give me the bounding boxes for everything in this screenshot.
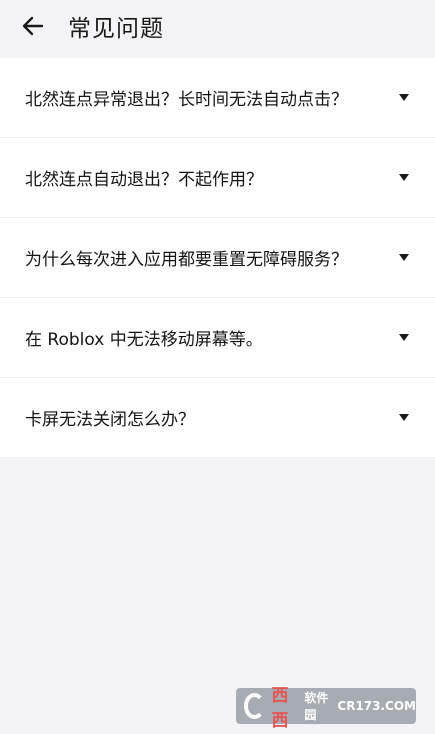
faq-item[interactable]: 在 Roblox 中无法移动屏幕等。	[0, 298, 435, 378]
faq-question: 卡屏无法关闭怎么办？	[25, 410, 195, 430]
watermark-brand: 西西	[271, 686, 290, 731]
watermark-logo-icon	[244, 693, 266, 719]
caret-down-icon	[399, 254, 409, 261]
watermark-url: CR173.COM	[337, 699, 416, 713]
page-title: 常见问题	[68, 16, 164, 42]
watermark-site: 软件园	[304, 691, 329, 722]
top-bar: 常见问题	[0, 0, 435, 52]
faq-item[interactable]: 北然连点异常退出？长时间无法自动点击？	[0, 58, 435, 138]
faq-question: 为什么每次进入应用都要重置无障碍服务？	[25, 250, 348, 270]
watermark: 西西 软件园 CR173.COM	[236, 686, 416, 731]
caret-down-icon	[399, 174, 409, 181]
back-button[interactable]	[0, 0, 68, 52]
faq-question: 北然连点异常退出？长时间无法自动点击？	[25, 90, 348, 110]
caret-down-icon	[399, 94, 409, 101]
faq-item[interactable]: 为什么每次进入应用都要重置无障碍服务？	[0, 218, 435, 298]
arrow-left-icon	[22, 16, 44, 36]
caret-down-icon	[399, 334, 409, 341]
faq-item[interactable]: 卡屏无法关闭怎么办？	[0, 378, 435, 457]
faq-list: 北然连点异常退出？长时间无法自动点击？ 北然连点自动退出？不起作用？ 为什么每次…	[0, 58, 435, 457]
faq-question: 在 Roblox 中无法移动屏幕等。	[25, 330, 263, 350]
faq-question: 北然连点自动退出？不起作用？	[25, 170, 263, 190]
faq-item[interactable]: 北然连点自动退出？不起作用？	[0, 138, 435, 218]
caret-down-icon	[399, 414, 409, 421]
app-root: 常见问题 北然连点异常退出？长时间无法自动点击？ 北然连点自动退出？不起作用？ …	[0, 0, 435, 734]
